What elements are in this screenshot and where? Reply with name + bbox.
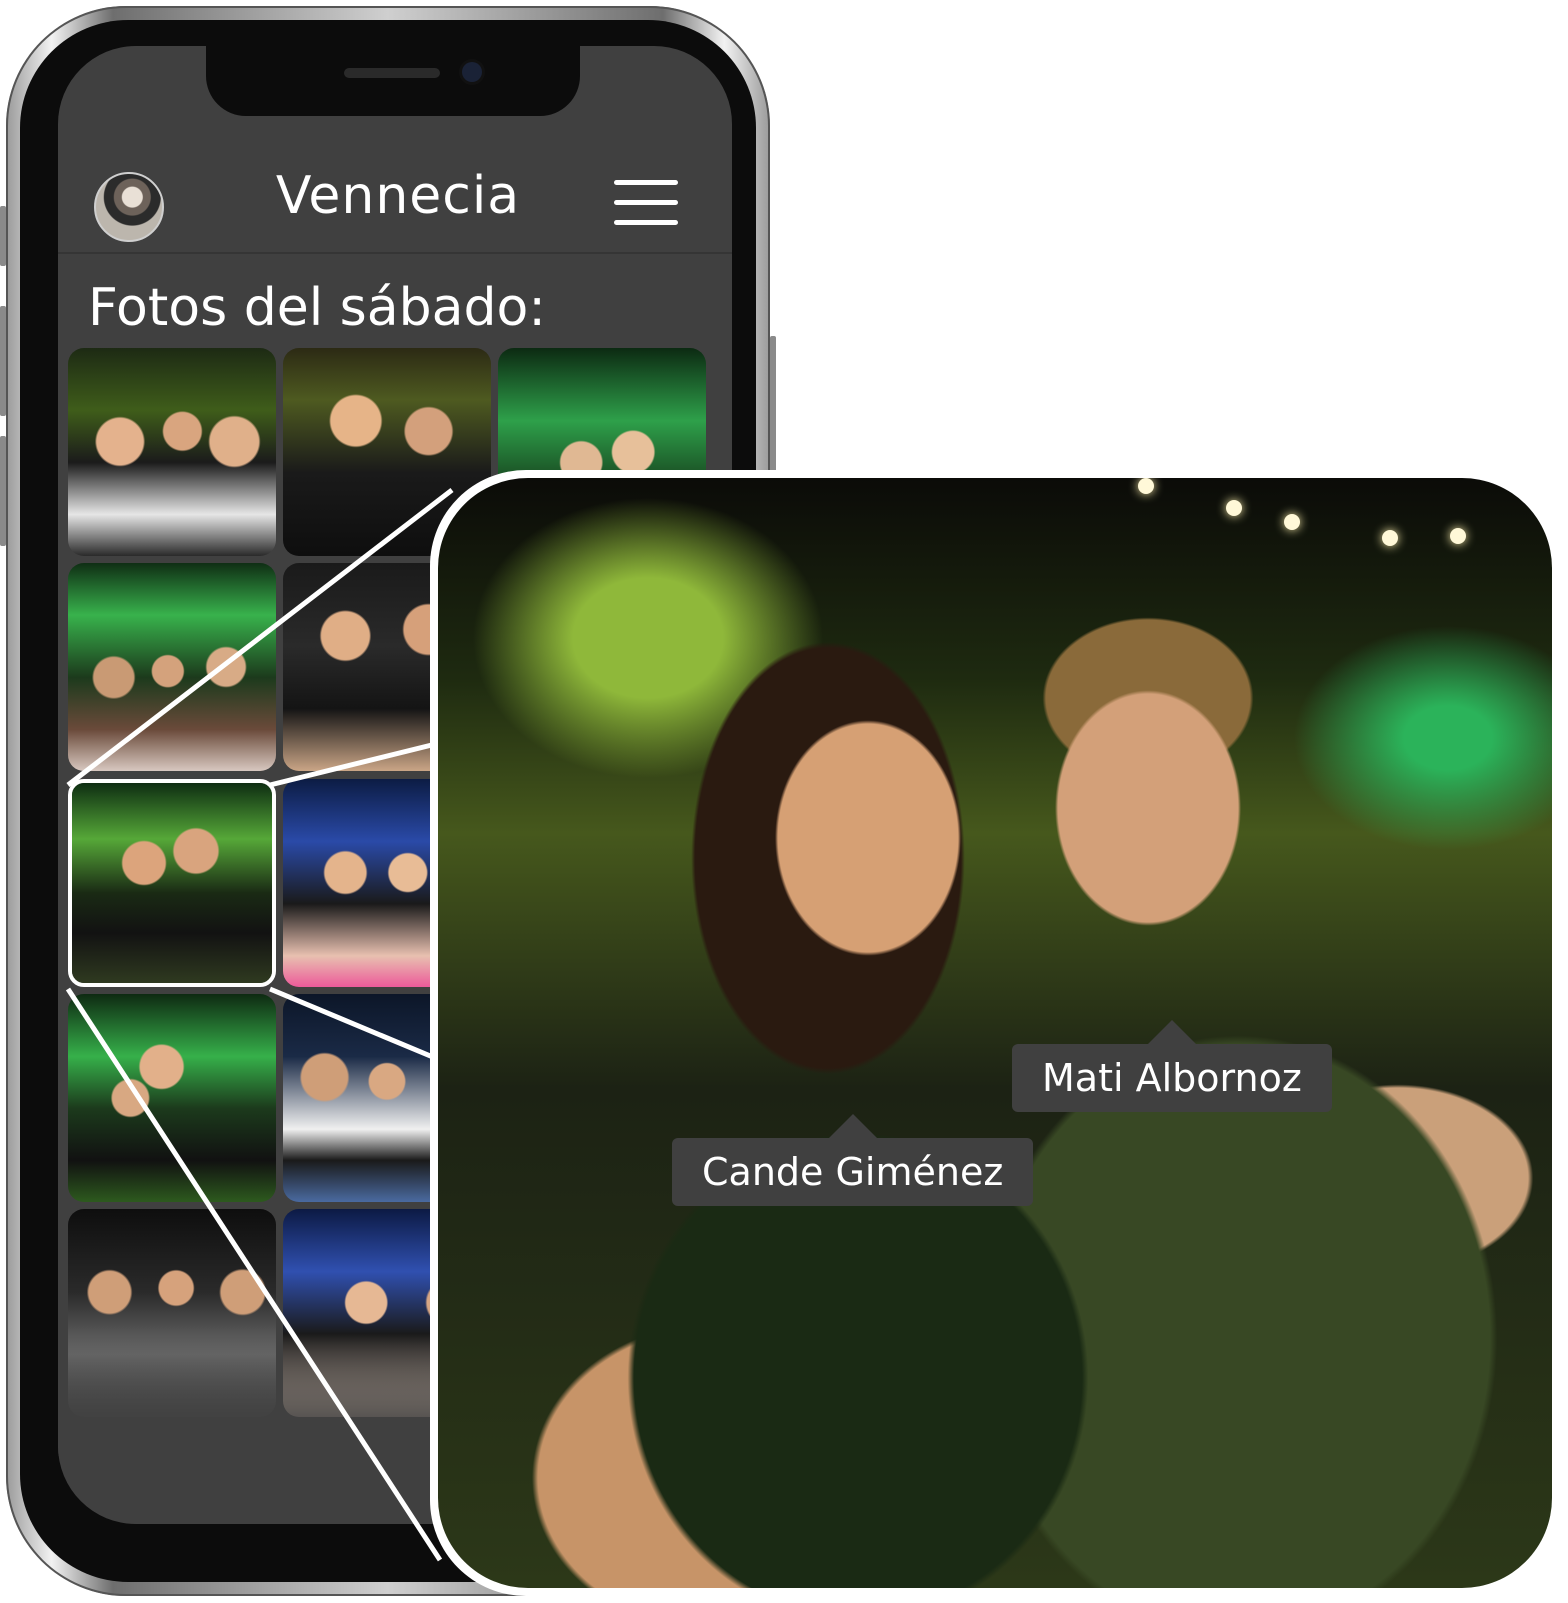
string-light (1382, 530, 1398, 546)
person-tag-cande[interactable]: Cande Giménez (672, 1114, 1034, 1206)
zoomed-photo-card: Mati Albornoz Cande Giménez (430, 470, 1560, 1596)
speaker-grille (344, 68, 440, 78)
zoomed-photo: Mati Albornoz Cande Giménez (438, 478, 1552, 1588)
photo-thumbnail[interactable] (68, 994, 276, 1202)
string-light (1450, 528, 1466, 544)
selected-photo-image (72, 783, 272, 983)
person-tag-mati[interactable]: Mati Albornoz (1012, 1020, 1332, 1112)
page-heading: Fotos del sábado: (88, 278, 546, 338)
notch (206, 46, 580, 116)
string-light (1226, 500, 1242, 516)
mute-switch (0, 206, 6, 266)
photo-thumbnail[interactable] (68, 348, 276, 556)
string-light (1284, 514, 1300, 530)
photo-thumbnail[interactable] (68, 563, 276, 771)
photo-thumbnail-selected[interactable] (68, 779, 276, 987)
volume-down-button (0, 436, 6, 546)
user-avatar[interactable] (94, 172, 164, 242)
camera-icon (462, 62, 482, 82)
app-title: Vennecia (275, 166, 521, 226)
hamburger-menu-icon[interactable] (614, 180, 678, 226)
string-light (1138, 478, 1154, 494)
app-header: Vennecia (58, 116, 732, 254)
volume-up-button (0, 306, 6, 416)
